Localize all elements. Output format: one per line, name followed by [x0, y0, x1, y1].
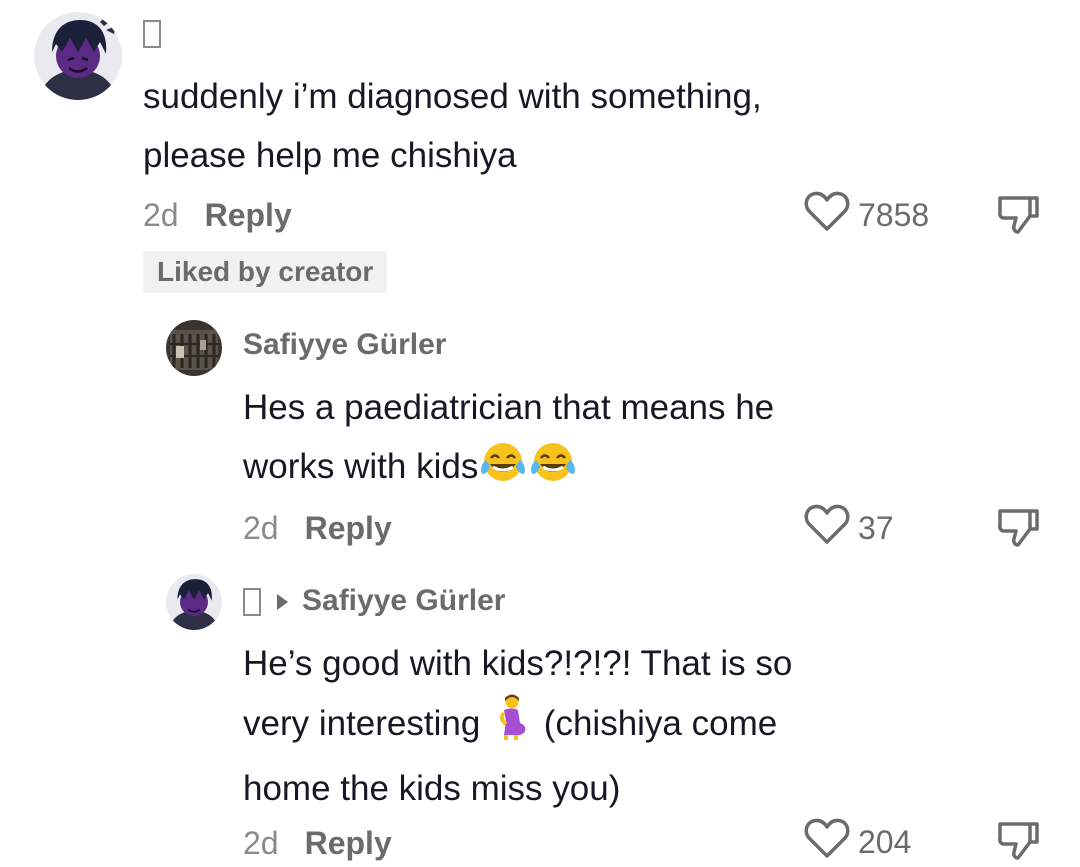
like-count: 204 [858, 823, 912, 860]
thumbs-down-icon [996, 822, 1040, 866]
username-glyph[interactable] [243, 588, 261, 617]
comment-line: (chishiya come [543, 704, 778, 743]
comment-text: Hes a paediatrician that means he works … [243, 378, 943, 502]
pregnant-woman-emoji [490, 693, 534, 759]
username[interactable]: Safiyye Gürler [243, 328, 446, 362]
dislike-button[interactable] [996, 505, 1040, 554]
reply-button[interactable]: Reply [205, 197, 292, 233]
comment-line: very interesting [243, 704, 481, 743]
reply-button[interactable]: Reply [305, 825, 392, 861]
heart-outline-icon [804, 503, 850, 553]
thumbs-down-icon [996, 196, 1040, 240]
comment-line: suddenly i’m diagnosed with something, [143, 77, 762, 116]
avatar[interactable] [166, 574, 222, 630]
avatar[interactable] [166, 320, 222, 376]
dislike-button[interactable] [996, 818, 1040, 867]
heart-outline-icon [804, 190, 850, 240]
like-count: 37 [858, 509, 894, 546]
face-with-tears-of-joy-emoji [478, 440, 528, 502]
comment-meta: 2d Reply [243, 825, 392, 862]
reply-arrow-icon [277, 594, 288, 611]
comment-meta: 2d Reply [143, 197, 292, 234]
comment-line: He’s good with kids?!?!?! That is so [243, 644, 793, 683]
like-button[interactable]: 204 [804, 817, 911, 867]
avatar[interactable] [34, 12, 122, 100]
like-count: 7858 [858, 196, 930, 233]
comment-age: 2d [143, 197, 179, 233]
comment-meta: 2d Reply [243, 510, 392, 547]
comment-line: home the kids miss you) [243, 769, 621, 808]
thumbs-down-icon [996, 509, 1040, 553]
reply-button[interactable]: Reply [305, 510, 392, 546]
username-glyph[interactable] [143, 20, 161, 49]
like-button[interactable]: 37 [804, 503, 894, 553]
face-with-tears-of-joy-emoji [528, 440, 578, 502]
liked-by-creator-badge: Liked by creator [143, 251, 388, 293]
heart-outline-icon [804, 817, 850, 867]
like-button[interactable]: 7858 [804, 190, 929, 240]
comment-line: please help me chishiya [143, 136, 517, 175]
comment-text: He’s good with kids?!?!?! That is so ver… [243, 634, 963, 818]
comment-age: 2d [243, 825, 279, 861]
dislike-button[interactable] [996, 192, 1040, 241]
comment-age: 2d [243, 510, 279, 546]
comment-text: suddenly i’m diagnosed with something, p… [143, 67, 963, 185]
comment-line: Hes a paediatrician that means he [243, 388, 775, 427]
reply-header: Safiyye Gürler [243, 584, 505, 618]
reply-to-username[interactable]: Safiyye Gürler [302, 584, 505, 617]
comment-line: works with kids [243, 447, 479, 486]
